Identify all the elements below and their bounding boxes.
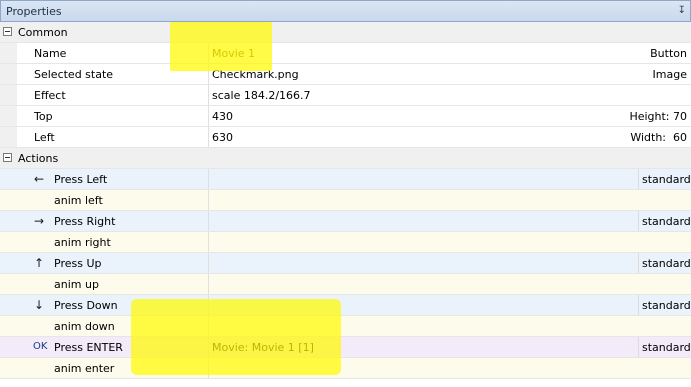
row-gutter xyxy=(0,211,17,231)
row-gutter xyxy=(0,64,17,84)
property-row-left[interactable]: Left 630 Width: 60 xyxy=(0,127,691,148)
row-gutter xyxy=(0,85,17,105)
action-row-press-right[interactable]: → Press Right standard xyxy=(0,211,691,232)
column-divider xyxy=(208,169,209,189)
column-divider xyxy=(208,253,209,273)
width-value[interactable]: Width: 60 xyxy=(630,131,687,144)
row-gutter xyxy=(0,106,17,126)
column-divider xyxy=(208,295,209,315)
row-gutter xyxy=(0,169,17,189)
action-mode[interactable]: standard xyxy=(638,169,691,189)
column-divider xyxy=(208,211,209,231)
column-divider xyxy=(208,316,209,336)
action-label: Press Left xyxy=(54,173,108,186)
row-gutter xyxy=(0,43,17,63)
property-label: Name xyxy=(34,47,67,60)
property-row-selected-state[interactable]: Selected state Checkmark.png Image xyxy=(0,64,691,85)
column-divider xyxy=(208,43,209,63)
action-row-press-up[interactable]: ↑ Press Up standard xyxy=(0,253,691,274)
row-gutter xyxy=(0,337,17,357)
category-common[interactable]: Common xyxy=(0,22,691,43)
arrow-down-icon: ↓ xyxy=(34,298,45,312)
property-type: Image xyxy=(652,68,687,81)
property-value[interactable]: Checkmark.png xyxy=(212,68,299,81)
action-mode[interactable]: standard xyxy=(638,337,691,357)
column-divider xyxy=(208,190,209,210)
property-value[interactable]: Movie 1 xyxy=(212,47,255,60)
property-row-top[interactable]: Top 430 Height: 70 xyxy=(0,106,691,127)
row-gutter xyxy=(0,232,17,252)
height-value[interactable]: Height: 70 xyxy=(629,110,687,123)
anim-row-down[interactable]: anim down xyxy=(0,316,691,337)
anim-row-up[interactable]: anim up xyxy=(0,274,691,295)
column-divider xyxy=(208,64,209,84)
column-divider xyxy=(208,274,209,294)
action-label: Press Right xyxy=(54,215,116,228)
arrow-right-icon: → xyxy=(34,214,45,228)
property-grid: Common Name Movie 1 Button Selected stat… xyxy=(0,22,691,387)
column-divider xyxy=(208,85,209,105)
anim-label: anim left xyxy=(54,194,103,207)
anim-label: anim right xyxy=(54,236,111,249)
anim-row-right[interactable]: anim right xyxy=(0,232,691,253)
category-actions-label: Actions xyxy=(18,152,59,165)
property-label: Effect xyxy=(34,89,66,102)
column-divider xyxy=(208,127,209,147)
property-row-name[interactable]: Name Movie 1 Button xyxy=(0,43,691,64)
column-divider xyxy=(208,358,209,378)
property-value[interactable]: 630 xyxy=(212,131,233,144)
collapse-common-icon[interactable] xyxy=(3,27,12,36)
action-label: Press ENTER xyxy=(54,341,123,354)
panel-title: Properties xyxy=(6,5,62,18)
row-gutter xyxy=(0,358,17,378)
property-label: Selected state xyxy=(34,68,114,81)
anim-row-enter[interactable]: anim enter xyxy=(0,358,691,379)
anim-row-left[interactable]: anim left xyxy=(0,190,691,211)
row-gutter xyxy=(0,127,17,147)
category-common-label: Common xyxy=(18,26,68,39)
property-type: Button xyxy=(650,47,687,60)
arrow-up-icon: ↑ xyxy=(34,256,45,270)
property-value[interactable]: scale 184.2/166.7 xyxy=(212,89,311,102)
arrow-left-icon: ← xyxy=(34,172,45,186)
property-label: Left xyxy=(34,131,55,144)
anim-label: anim up xyxy=(54,278,99,291)
property-row-effect[interactable]: Effect scale 184.2/166.7 xyxy=(0,85,691,106)
column-divider xyxy=(208,106,209,126)
column-divider xyxy=(208,337,209,357)
action-mode[interactable]: standard xyxy=(638,211,691,231)
action-label: Press Down xyxy=(54,299,118,312)
property-value[interactable]: 430 xyxy=(212,110,233,123)
row-gutter xyxy=(0,295,17,315)
action-target-value[interactable]: Movie: Movie 1 [1] xyxy=(212,341,314,354)
anim-label: anim down xyxy=(54,320,115,333)
row-gutter xyxy=(0,253,17,273)
action-label: Press Up xyxy=(54,257,102,270)
action-mode[interactable]: standard xyxy=(638,253,691,273)
pin-icon[interactable]: ↧ xyxy=(678,5,686,16)
row-gutter xyxy=(0,274,17,294)
anim-label: anim enter xyxy=(54,362,115,375)
category-actions[interactable]: Actions xyxy=(0,148,691,169)
action-row-press-enter[interactable]: OK Press ENTER Movie: Movie 1 [1] standa… xyxy=(0,337,691,358)
ok-key-icon: OK xyxy=(33,341,48,352)
properties-titlebar: Properties ↧ xyxy=(0,0,691,22)
collapse-actions-icon[interactable] xyxy=(3,153,12,162)
column-divider xyxy=(208,232,209,252)
property-label: Top xyxy=(34,110,53,123)
row-gutter xyxy=(0,190,17,210)
row-gutter xyxy=(0,316,17,336)
action-mode[interactable]: standard xyxy=(638,295,691,315)
action-row-press-down[interactable]: ↓ Press Down standard xyxy=(0,295,691,316)
action-row-press-left[interactable]: ← Press Left standard xyxy=(0,169,691,190)
